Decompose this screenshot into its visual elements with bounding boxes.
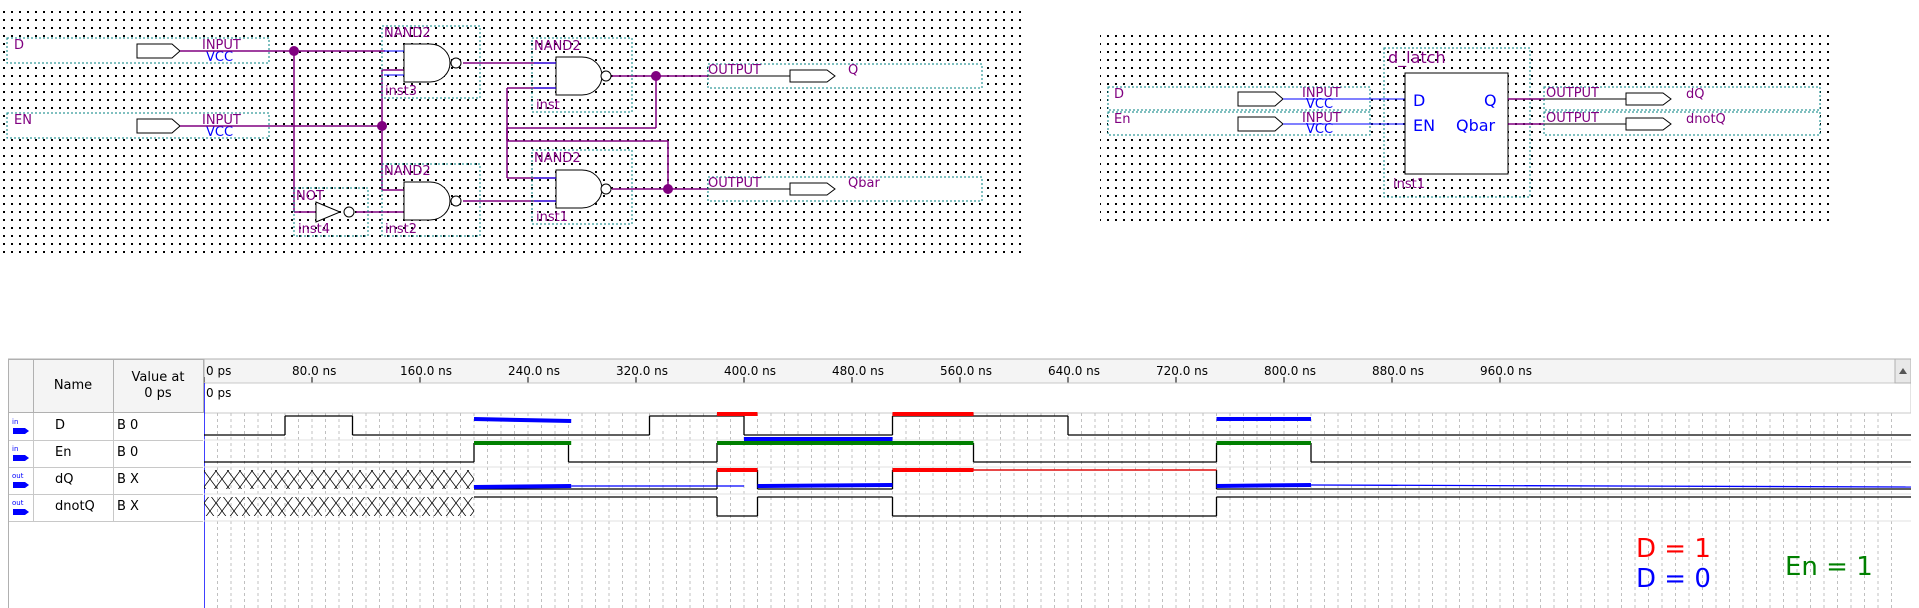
signal-value: B X [117, 472, 139, 487]
block-port-d: D [1413, 91, 1425, 110]
pin-en2-name: En [1114, 112, 1130, 127]
annotation-dq0 [1216, 483, 1312, 488]
signal-table-header: Name Value at 0 ps [8, 359, 204, 413]
annotation-dq0 [1310, 484, 1911, 488]
signal-row-d[interactable]: in D B 0 [8, 413, 203, 441]
time-ruler-label: 560.0 ns [940, 364, 992, 378]
dnotq-unknown-region [204, 497, 474, 516]
annotation-dq0 [473, 484, 572, 489]
gate-inst2-type: NAND2 [384, 164, 431, 179]
signal-value: B X [117, 499, 139, 514]
pin-dnotq-name: dnotQ [1686, 112, 1726, 127]
input-pin-d-symbol [136, 43, 181, 59]
input-pin-icon: in [12, 418, 29, 434]
signal-name: dQ [55, 472, 74, 487]
header-value-at-line1: Value at [131, 370, 185, 385]
header-value-at-line2: 0 ps [144, 386, 172, 401]
junction-dot [377, 121, 387, 131]
gate-inst-type: NAND2 [534, 39, 581, 54]
time-ruler-label: 960.0 ns [1480, 364, 1532, 378]
gate-inst1-name: inst1 [536, 210, 568, 225]
pin-en-name: EN [14, 113, 32, 128]
time-ruler-label: 240.0 ns [508, 364, 560, 378]
output-pin-icon: out [12, 472, 29, 488]
gate-inst2-name: inst2 [385, 222, 417, 237]
header-value-at[interactable]: Value at 0 ps [113, 360, 203, 412]
pin-d-vcc: VCC [206, 50, 233, 65]
block-port-qbar: Qbar [1456, 116, 1496, 135]
gate-inst1-type: NAND2 [534, 151, 581, 166]
output-pin-qbar-symbol [789, 182, 836, 196]
annotation-d0 [473, 417, 572, 423]
svg-text:out: out [12, 472, 24, 480]
input-pin-icon: in [12, 445, 29, 461]
input-pin-en2-symbol [1237, 116, 1284, 132]
gate-inst3-type: NAND2 [384, 26, 431, 41]
time-ruler-label: 160.0 ns [400, 364, 452, 378]
output-pin-dq-symbol [1625, 92, 1672, 106]
block-port-en: EN [1413, 116, 1435, 135]
time-ruler-label: 400.0 ns [724, 364, 776, 378]
junction-dot [663, 184, 673, 194]
input-pin-d2-symbol [1237, 91, 1284, 107]
output-pin-dnotq-symbol [1625, 117, 1672, 131]
dq-unknown-region [204, 470, 474, 489]
legend-d-1: D = 1 [1636, 534, 1711, 564]
time-ruler-label: 640.0 ns [1048, 364, 1100, 378]
output-pin-icon: out [12, 499, 29, 515]
block-d-latch-name: d_latch [1388, 48, 1446, 68]
signal-row-en[interactable]: in En B 0 [8, 440, 203, 468]
gate-inst4-type: NOT [296, 189, 324, 204]
cursor-time-label: 0 ps [206, 386, 231, 400]
annotation-dq0 [757, 483, 893, 488]
signal-row-dq[interactable]: out dQ B X [8, 467, 203, 495]
block-inst-name: inst1 [1393, 177, 1425, 192]
pin-dq-name: dQ [1686, 87, 1704, 102]
gate-inst4-name: inst4 [298, 222, 330, 237]
legend-d-0: D = 0 [1636, 564, 1711, 594]
signal-row-dnotq[interactable]: out dnotQ B X [8, 494, 203, 522]
nand-gate-inst2-symbol [403, 181, 451, 221]
nand-gate-inst-symbol [555, 56, 603, 96]
svg-text:in: in [12, 445, 18, 453]
input-pin-en-symbol [136, 118, 181, 134]
pin-d2-name: D [1114, 87, 1124, 102]
time-ruler-label: 80.0 ns [292, 364, 336, 378]
signal-name: D [55, 418, 66, 433]
nand-gate-inst3-symbol [403, 43, 451, 83]
junction-dot [289, 46, 299, 56]
junction-dot [651, 71, 661, 81]
time-ruler-label: 320.0 ns [616, 364, 668, 378]
signal-value: B 0 [117, 418, 139, 433]
legend-en-1: En = 1 [1785, 552, 1873, 582]
nand-gate-inst1-symbol [555, 169, 603, 209]
schematic-canvas[interactable]: D INPUT VCC EN INPUT VCC NAND2 inst3 NAN… [0, 0, 1919, 300]
pin-q-name: Q [848, 63, 858, 78]
svg-text:in: in [12, 418, 18, 426]
pin-en-vcc: VCC [206, 125, 233, 140]
waveform-panel: Name Value at 0 ps in D B 0 in En B 0 ou… [8, 358, 1911, 608]
block-port-q: Q [1484, 91, 1497, 110]
time-ruler-label: 0 ps [206, 364, 231, 378]
pin-d-name: D [14, 38, 24, 53]
svg-text:out: out [12, 499, 24, 507]
signal-name: dnotQ [55, 499, 95, 514]
time-ruler-label: 880.0 ns [1372, 364, 1424, 378]
waveform-editor: Name Value at 0 ps in D B 0 in En B 0 ou… [8, 358, 1911, 608]
signal-value: B 0 [117, 445, 139, 460]
time-ruler-label: 720.0 ns [1156, 364, 1208, 378]
gate-inst-name: inst [536, 98, 560, 113]
signal-name: En [55, 445, 72, 460]
pin-qbar-name: Qbar [848, 176, 880, 191]
time-ruler-label: 480.0 ns [832, 364, 884, 378]
header-name[interactable]: Name [33, 360, 114, 412]
time-ruler-label: 800.0 ns [1264, 364, 1316, 378]
output-pin-q-symbol [789, 69, 836, 83]
gate-inst3-name: inst3 [385, 84, 417, 99]
